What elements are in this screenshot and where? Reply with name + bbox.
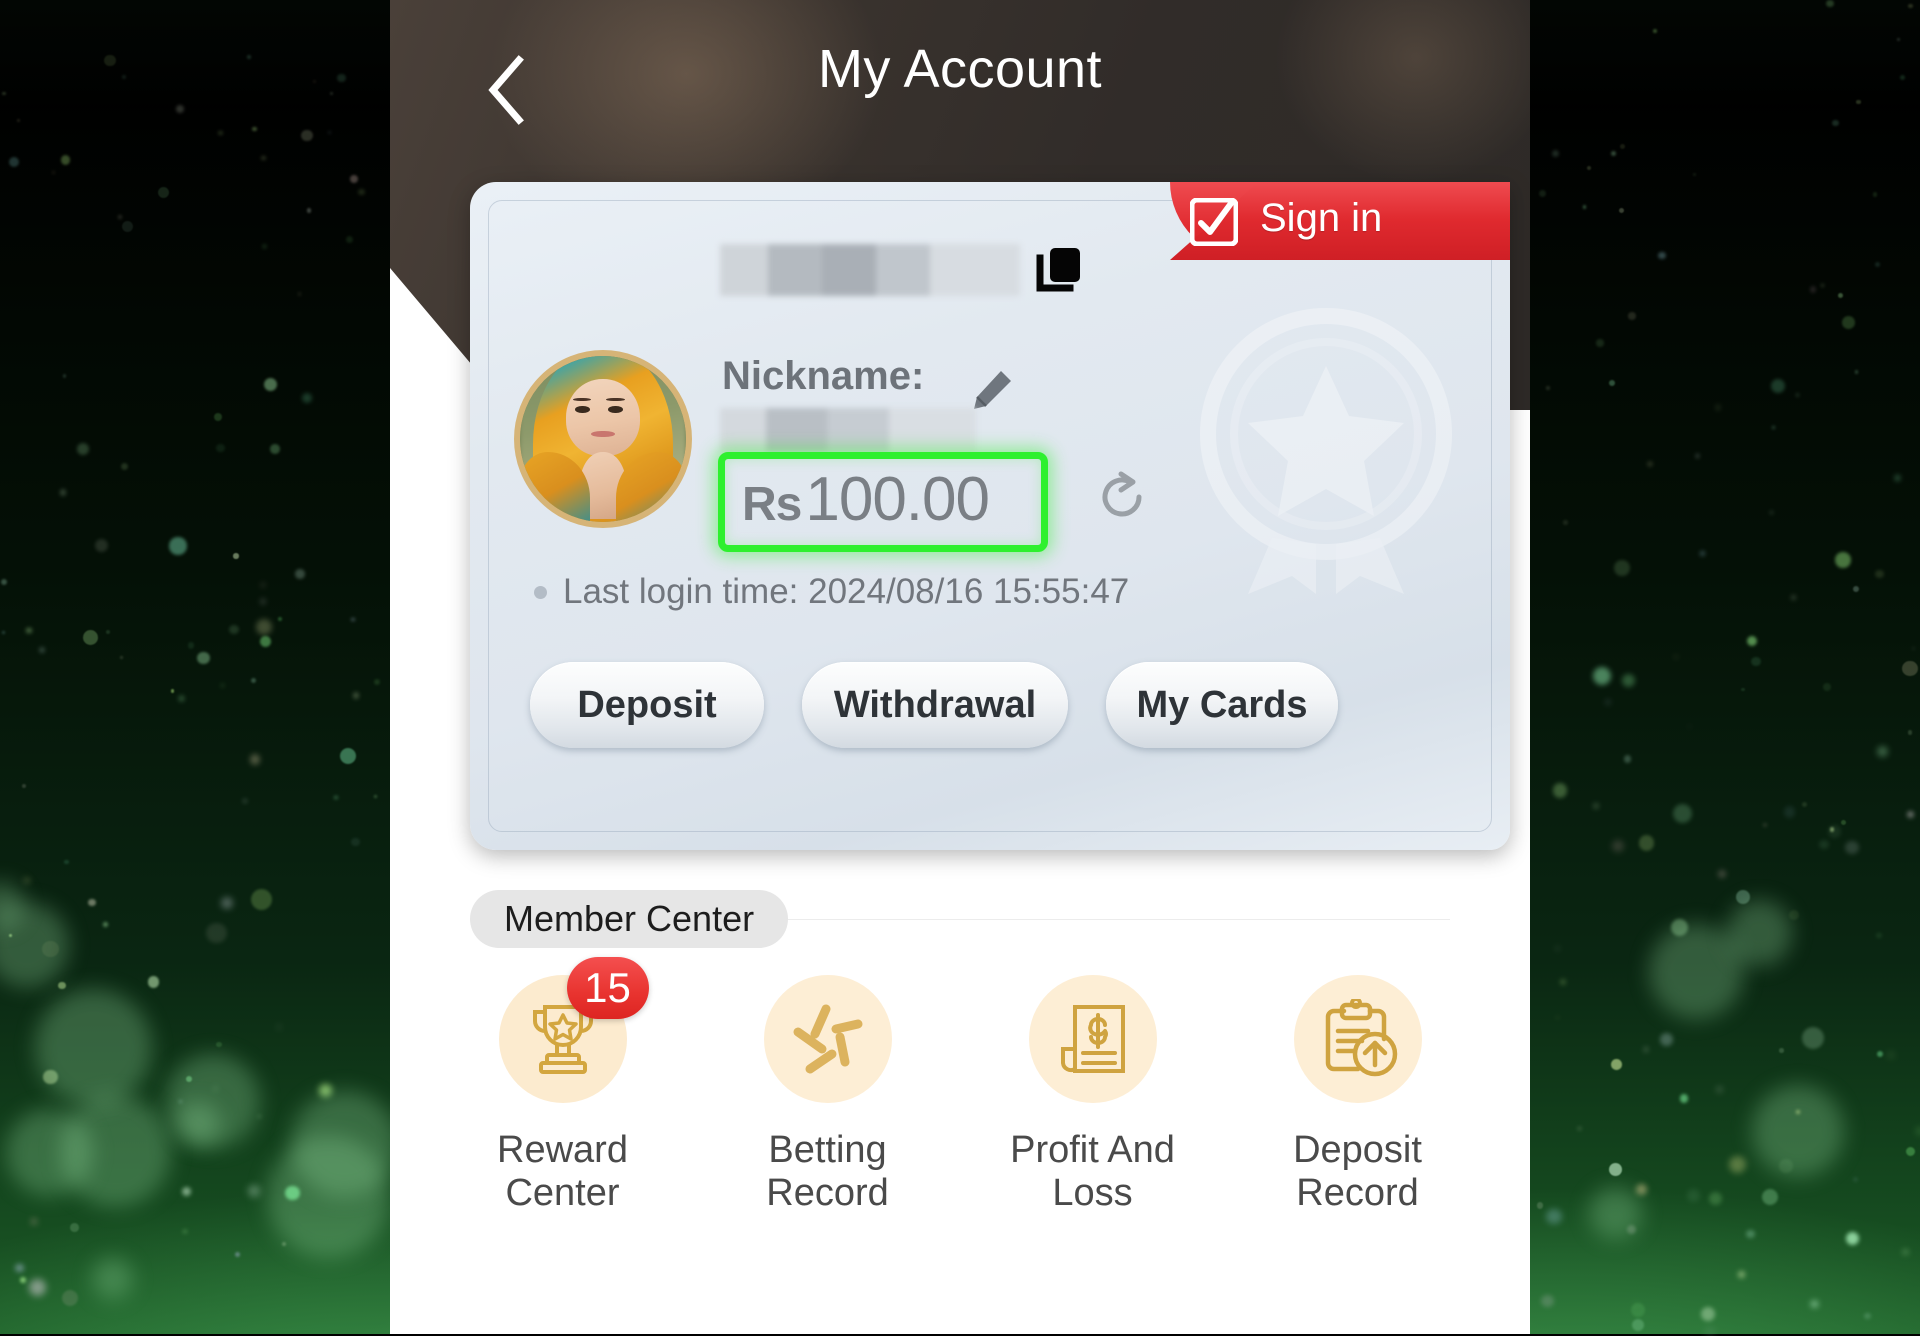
- grid-item-label: Betting Record: [728, 1129, 928, 1214]
- balance-amount: 100.00: [805, 464, 989, 535]
- phone-viewport: My Account Sign in: [390, 0, 1530, 1334]
- grid-item-reward-center[interactable]: 15 Reward Center: [430, 975, 695, 1214]
- grid-item-label: Reward Center: [463, 1129, 663, 1214]
- refresh-icon[interactable]: [1095, 470, 1149, 524]
- pencil-icon[interactable]: [970, 368, 1014, 412]
- nickname-label: Nickname:: [722, 354, 924, 399]
- username-masked: [720, 244, 1020, 296]
- divider: [788, 919, 1450, 920]
- signin-label: Sign in: [1260, 196, 1382, 241]
- last-login-row: Last login time: 2024/08/16 15:55:47: [534, 572, 1129, 612]
- last-login-text: Last login time: 2024/08/16 15:55:47: [563, 572, 1129, 612]
- grid-item-label: Deposit Record: [1258, 1129, 1458, 1214]
- balance-currency: Rs: [742, 477, 801, 532]
- copy-icon[interactable]: [1036, 246, 1084, 294]
- page-title: My Account: [390, 38, 1530, 100]
- withdrawal-button[interactable]: Withdrawal: [802, 662, 1068, 748]
- account-card: Sign in: [470, 182, 1510, 850]
- grid-item-deposit-record[interactable]: Deposit Record: [1225, 975, 1490, 1214]
- avatar[interactable]: [514, 350, 692, 528]
- checkbox-checked-icon: [1190, 198, 1238, 246]
- username-row: [720, 244, 1084, 296]
- account-action-buttons: Deposit Withdrawal My Cards: [530, 662, 1338, 748]
- deposit-button[interactable]: Deposit: [530, 662, 764, 748]
- notification-badge: 15: [567, 957, 649, 1019]
- grid-item-profit-and-loss[interactable]: Profit And Loss: [960, 975, 1225, 1214]
- member-center-section-header: Member Center: [470, 890, 1450, 948]
- my-cards-button[interactable]: My Cards: [1106, 662, 1338, 748]
- grid-item-label: Profit And Loss: [993, 1129, 1193, 1214]
- bullet-dot-icon: [534, 586, 547, 599]
- star-badge-watermark: [1176, 294, 1476, 594]
- grid-item-betting-record[interactable]: Betting Record: [695, 975, 960, 1214]
- nickname-masked: [720, 408, 976, 452]
- balance-display: Rs 100.00: [742, 464, 989, 535]
- member-center-label: Member Center: [470, 890, 788, 948]
- member-center-grid: 15 Reward Center: [430, 975, 1490, 1214]
